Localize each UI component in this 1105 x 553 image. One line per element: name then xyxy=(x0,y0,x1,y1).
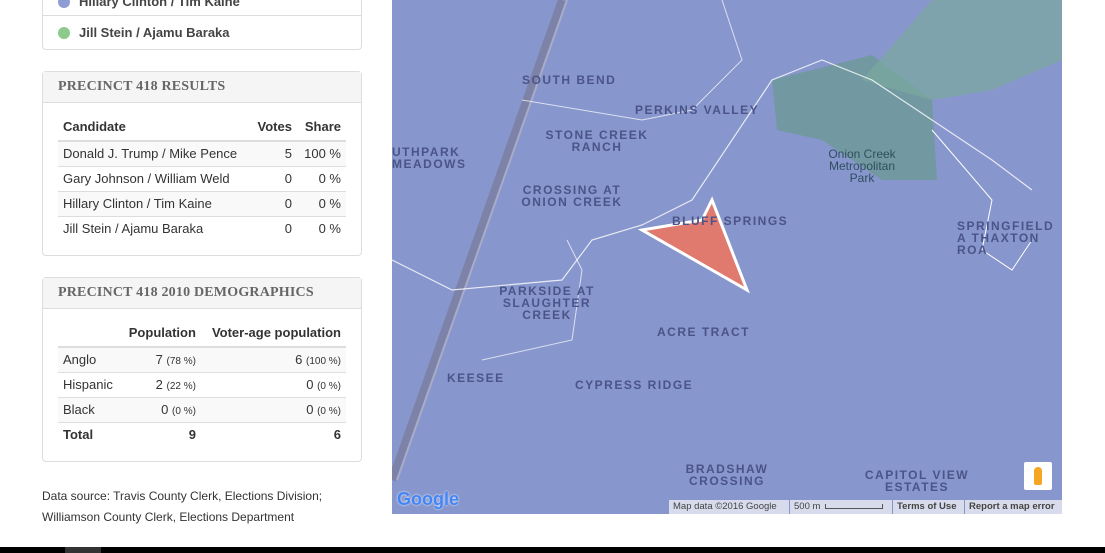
col-header: Candidate xyxy=(58,113,251,142)
table-row: Donald J. Trump / Mike Pence 5 100 % xyxy=(58,140,346,166)
table-row: Hillary Clinton / Tim Kaine 0 0 % xyxy=(58,190,346,216)
terms-link[interactable]: Terms of Use xyxy=(893,500,964,514)
legend-dot xyxy=(58,26,70,39)
col-header: Population xyxy=(120,319,201,348)
cell: 9 xyxy=(120,421,201,447)
demographics-panel: PRECINCT 418 2010 DEMOGRAPHICS Populatio… xyxy=(42,277,362,462)
cell: 2 (22 %) xyxy=(120,371,201,397)
footer-bar xyxy=(0,547,1105,553)
cell: 7 (78 %) xyxy=(120,346,201,372)
data-source: Data source: Travis County Clerk, Electi… xyxy=(42,489,323,524)
park-area xyxy=(862,0,1062,100)
cell: 0 (0 %) xyxy=(120,396,201,422)
map-label: Onion Creek Metropolitan Park xyxy=(828,147,896,185)
cell: 0 (0 %) xyxy=(200,371,346,397)
highway xyxy=(392,0,566,482)
cell: Total xyxy=(58,421,121,447)
legend-label: Jill Stein / Ajamu Baraka xyxy=(79,25,230,40)
col-header: Share xyxy=(296,113,346,142)
legend-dot xyxy=(58,0,70,8)
map-label: UTHPARK MEADOWS xyxy=(392,145,467,171)
cell: 0 xyxy=(250,215,297,241)
legend-item: Jill Stein / Ajamu Baraka xyxy=(43,16,361,49)
table-row: Gary Johnson / William Weld 0 0 % xyxy=(58,165,346,191)
table-row: Black 0 (0 %) 0 (0 %) xyxy=(58,396,346,422)
cell: 0 xyxy=(250,190,297,216)
cell: 0 % xyxy=(296,190,346,216)
total-row: Total 9 6 xyxy=(58,421,346,447)
scale-bar xyxy=(825,504,884,509)
map-label: CROSSING AT ONION CREEK xyxy=(521,183,623,209)
demographics-table: Population Voter-age population Anglo 7 (7… xyxy=(58,319,346,447)
map-label: PARKSIDE AT SLAUGHTER CREEK xyxy=(499,284,595,322)
legend-label: Hillary Clinton / Tim Kaine xyxy=(79,0,240,9)
map-label: PERKINS VALLEY xyxy=(635,103,760,117)
precinct-map[interactable]: SOUTH BEND PERKINS VALLEY STONE CREEK RA… xyxy=(392,0,1062,514)
cell: Jill Stein / Ajamu Baraka xyxy=(58,215,251,241)
map-label: CAPITOL VIEW ESTATES xyxy=(864,468,970,494)
cell: 0 % xyxy=(296,165,346,191)
google-logo: Google xyxy=(397,489,459,509)
col-header: Votes xyxy=(250,113,297,142)
highway xyxy=(396,0,568,481)
legend-panel: Hillary Clinton / Tim Kaine Jill Stein /… xyxy=(42,0,362,50)
results-table: Candidate Votes Share Donald J. Trump / Mi… xyxy=(58,113,346,241)
cell: Gary Johnson / William Weld xyxy=(58,165,251,191)
results-title: PRECINCT 418 RESULTS xyxy=(43,72,361,103)
map-attribution: Map data ©2016 Google xyxy=(669,500,789,514)
col-header xyxy=(58,319,121,348)
map-label: STONE CREEK RANCH xyxy=(545,128,649,154)
table-row: Hispanic 2 (22 %) 0 (0 %) xyxy=(58,371,346,397)
map-label: CYPRESS RIDGE xyxy=(575,378,694,392)
cell: 6 xyxy=(200,421,346,447)
cell: Black xyxy=(58,396,121,422)
pegman-icon xyxy=(1034,467,1042,485)
map-label: ACRE TRACT xyxy=(657,325,750,339)
results-panel: PRECINCT 418 RESULTS Candidate Votes Share… xyxy=(42,71,362,256)
footer-tab[interactable] xyxy=(65,547,101,553)
report-map-error-link[interactable]: Report a map error xyxy=(965,500,1062,514)
cell: 6 (100 %) xyxy=(200,346,346,372)
cell: Hispanic xyxy=(58,371,121,397)
map-label: BRADSHAW CROSSING xyxy=(685,462,769,488)
demographics-title: PRECINCT 418 2010 DEMOGRAPHICS xyxy=(43,278,361,309)
map-scale: 500 m xyxy=(790,500,892,514)
street-view-pegman-button[interactable] xyxy=(1024,462,1052,490)
col-header: Voter-age population xyxy=(200,319,346,348)
cell: Donald J. Trump / Mike Pence xyxy=(58,140,251,166)
map-graphics xyxy=(392,0,1062,482)
table-row: Jill Stein / Ajamu Baraka 0 0 % xyxy=(58,215,346,241)
cell: Anglo xyxy=(58,346,121,372)
table-row: Anglo 7 (78 %) 6 (100 %) xyxy=(58,346,346,372)
map-label: SPRINGFIELD A THAXTON ROA xyxy=(957,219,1055,257)
map-label: KEESEE xyxy=(447,371,505,385)
cell: 0 (0 %) xyxy=(200,396,346,422)
map-label: SOUTH BEND xyxy=(522,73,617,87)
map-label: BLUFF SPRINGS xyxy=(672,214,789,228)
legend-item: Hillary Clinton / Tim Kaine xyxy=(43,0,361,16)
cell: Hillary Clinton / Tim Kaine xyxy=(58,190,251,216)
cell: 0 xyxy=(250,165,297,191)
cell: 5 xyxy=(250,140,297,166)
cell: 100 % xyxy=(296,140,346,166)
cell: 0 % xyxy=(296,215,346,241)
